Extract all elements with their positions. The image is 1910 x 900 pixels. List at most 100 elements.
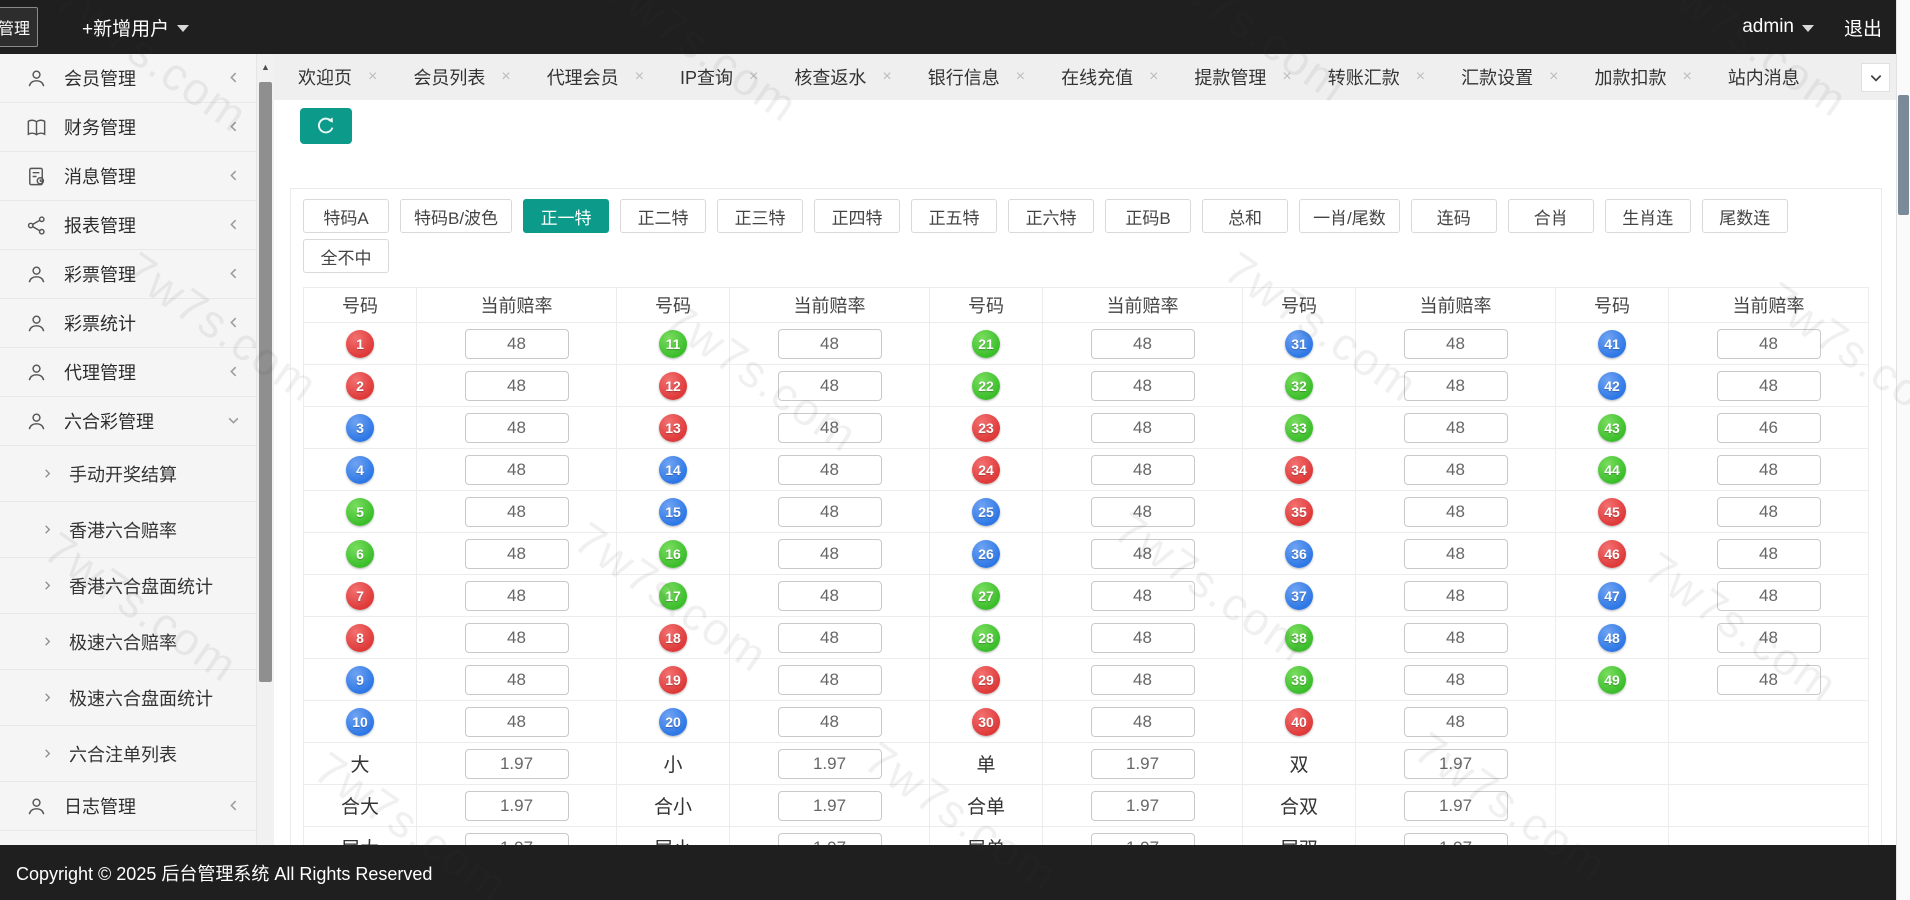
odds-input-ball-43[interactable] bbox=[1717, 413, 1821, 443]
odds-input-ball-47[interactable] bbox=[1717, 581, 1821, 611]
odds-input-单[interactable] bbox=[1091, 749, 1195, 779]
odds-input-合单[interactable] bbox=[1091, 791, 1195, 821]
odds-input-ball-8[interactable] bbox=[465, 623, 569, 653]
sidebar-subitem-hk-six-board-stats[interactable]: 香港六合盘面统计 bbox=[0, 558, 256, 614]
odds-input-ball-45[interactable] bbox=[1717, 497, 1821, 527]
new-user-dropdown[interactable]: +新增用户 bbox=[82, 14, 189, 41]
page-scrollbar[interactable] bbox=[1896, 0, 1910, 900]
tab-agent-member[interactable]: 代理会员× bbox=[547, 64, 644, 90]
tab-close-icon[interactable]: × bbox=[1416, 69, 1425, 85]
sidebar-subitem-manual-draw-settle[interactable]: 手动开奖结算 bbox=[0, 446, 256, 502]
filter-button-tail-lian[interactable]: 尾数连 bbox=[1702, 199, 1788, 233]
odds-input-ball-20[interactable] bbox=[778, 707, 882, 737]
odds-input-ball-9[interactable] bbox=[465, 665, 569, 695]
tab-close-icon[interactable]: × bbox=[501, 69, 510, 85]
odds-input-ball-13[interactable] bbox=[778, 413, 882, 443]
filter-button-zheng-6[interactable]: 正六特 bbox=[1008, 199, 1094, 233]
odds-input-ball-31[interactable] bbox=[1404, 329, 1508, 359]
odds-input-ball-22[interactable] bbox=[1091, 371, 1195, 401]
sidebar-subitem-six-bet-list[interactable]: 六合注单列表 bbox=[0, 726, 256, 782]
filter-button-hexiao[interactable]: 合肖 bbox=[1508, 199, 1594, 233]
sidebar-item-log-mgmt[interactable]: 日志管理 bbox=[0, 782, 256, 831]
sidebar-item-mark-six-mgmt[interactable]: 六合彩管理 bbox=[0, 397, 256, 446]
sidebar-subitem-speed-six-odds[interactable]: 极速六合赔率 bbox=[0, 614, 256, 670]
tab-close-icon[interactable]: × bbox=[882, 69, 891, 85]
odds-input-ball-23[interactable] bbox=[1091, 413, 1195, 443]
tab-close-icon[interactable]: × bbox=[1549, 69, 1558, 85]
sidebar-subitem-hk-six-odds[interactable]: 香港六合赔率 bbox=[0, 502, 256, 558]
odds-input-ball-30[interactable] bbox=[1091, 707, 1195, 737]
odds-input-ball-11[interactable] bbox=[778, 329, 882, 359]
filter-button-zheng-4[interactable]: 正四特 bbox=[814, 199, 900, 233]
odds-input-ball-19[interactable] bbox=[778, 665, 882, 695]
odds-input-ball-34[interactable] bbox=[1404, 455, 1508, 485]
odds-input-合大[interactable] bbox=[465, 791, 569, 821]
tab-overflow-button[interactable] bbox=[1861, 63, 1890, 92]
filter-button-special-b-color[interactable]: 特码B/波色 bbox=[400, 199, 512, 233]
filter-button-zheng-5[interactable]: 正五特 bbox=[911, 199, 997, 233]
odds-input-ball-26[interactable] bbox=[1091, 539, 1195, 569]
odds-input-ball-1[interactable] bbox=[465, 329, 569, 359]
filter-button-special-a[interactable]: 特码A bbox=[303, 199, 389, 233]
tab-rebate-check[interactable]: 核查返水× bbox=[794, 64, 891, 90]
tab-online-deposit[interactable]: 在线充值× bbox=[1061, 64, 1158, 90]
odds-input-ball-41[interactable] bbox=[1717, 329, 1821, 359]
odds-input-ball-2[interactable] bbox=[465, 371, 569, 401]
tab-ip-query[interactable]: IP查询× bbox=[680, 64, 758, 90]
odds-input-ball-5[interactable] bbox=[465, 497, 569, 527]
filter-button-all-miss[interactable]: 全不中 bbox=[303, 239, 389, 273]
odds-input-ball-46[interactable] bbox=[1717, 539, 1821, 569]
tab-transfer-remit[interactable]: 转账汇款× bbox=[1328, 64, 1425, 90]
admin-user-dropdown[interactable]: admin bbox=[1742, 16, 1814, 38]
odds-input-ball-29[interactable] bbox=[1091, 665, 1195, 695]
odds-input-ball-17[interactable] bbox=[778, 581, 882, 611]
odds-input-ball-39[interactable] bbox=[1404, 665, 1508, 695]
tab-close-icon[interactable]: × bbox=[749, 69, 758, 85]
sidebar-scrollbar-thumb[interactable] bbox=[259, 82, 272, 682]
tab-bank-info[interactable]: 银行信息× bbox=[928, 64, 1025, 90]
odds-input-ball-21[interactable] bbox=[1091, 329, 1195, 359]
tab-remit-settings[interactable]: 汇款设置× bbox=[1461, 64, 1558, 90]
odds-input-ball-32[interactable] bbox=[1404, 371, 1508, 401]
odds-input-ball-24[interactable] bbox=[1091, 455, 1195, 485]
scroll-up-icon[interactable]: ▲ bbox=[257, 58, 274, 76]
filter-button-zheng-1[interactable]: 正一特 bbox=[523, 199, 609, 233]
odds-input-ball-12[interactable] bbox=[778, 371, 882, 401]
filter-button-zheng-3[interactable]: 正三特 bbox=[717, 199, 803, 233]
tab-close-icon[interactable]: × bbox=[635, 69, 644, 85]
sidebar-item-report-mgmt[interactable]: 报表管理 bbox=[0, 201, 256, 250]
odds-input-ball-25[interactable] bbox=[1091, 497, 1195, 527]
filter-button-lianma[interactable]: 连码 bbox=[1411, 199, 1497, 233]
filter-button-sum[interactable]: 总和 bbox=[1202, 199, 1288, 233]
filter-button-zodiac-tail[interactable]: 一肖/尾数 bbox=[1299, 199, 1400, 233]
odds-input-ball-38[interactable] bbox=[1404, 623, 1508, 653]
tab-close-icon[interactable]: × bbox=[1016, 69, 1025, 85]
sidebar-scrollbar[interactable]: ▲ ▼ bbox=[256, 54, 274, 900]
tab-close-icon[interactable]: × bbox=[368, 69, 377, 85]
odds-input-ball-18[interactable] bbox=[778, 623, 882, 653]
logout-button[interactable]: 退出 bbox=[1844, 14, 1882, 41]
refresh-button[interactable] bbox=[300, 108, 352, 144]
odds-input-ball-33[interactable] bbox=[1404, 413, 1508, 443]
odds-input-ball-37[interactable] bbox=[1404, 581, 1508, 611]
odds-input-ball-27[interactable] bbox=[1091, 581, 1195, 611]
odds-input-ball-16[interactable] bbox=[778, 539, 882, 569]
filter-button-zodiac-lian[interactable]: 生肖连 bbox=[1605, 199, 1691, 233]
sidebar-item-agent-mgmt[interactable]: 代理管理 bbox=[0, 348, 256, 397]
odds-input-合双[interactable] bbox=[1404, 791, 1508, 821]
odds-input-ball-3[interactable] bbox=[465, 413, 569, 443]
sidebar-item-member-mgmt[interactable]: 会员管理 bbox=[0, 54, 256, 103]
tab-withdrawal-mgmt[interactable]: 提款管理× bbox=[1194, 64, 1291, 90]
odds-input-ball-10[interactable] bbox=[465, 707, 569, 737]
odds-input-ball-35[interactable] bbox=[1404, 497, 1508, 527]
filter-button-zheng-2[interactable]: 正二特 bbox=[620, 199, 706, 233]
sidebar-item-lottery-mgmt[interactable]: 彩票管理 bbox=[0, 250, 256, 299]
sidebar-item-lottery-stats[interactable]: 彩票统计 bbox=[0, 299, 256, 348]
sidebar-item-finance-mgmt[interactable]: 财务管理 bbox=[0, 103, 256, 152]
odds-input-ball-7[interactable] bbox=[465, 581, 569, 611]
odds-input-ball-36[interactable] bbox=[1404, 539, 1508, 569]
tab-close-icon[interactable]: × bbox=[1282, 69, 1291, 85]
odds-input-双[interactable] bbox=[1404, 749, 1508, 779]
tab-welcome[interactable]: 欢迎页× bbox=[298, 64, 377, 90]
odds-input-合小[interactable] bbox=[778, 791, 882, 821]
